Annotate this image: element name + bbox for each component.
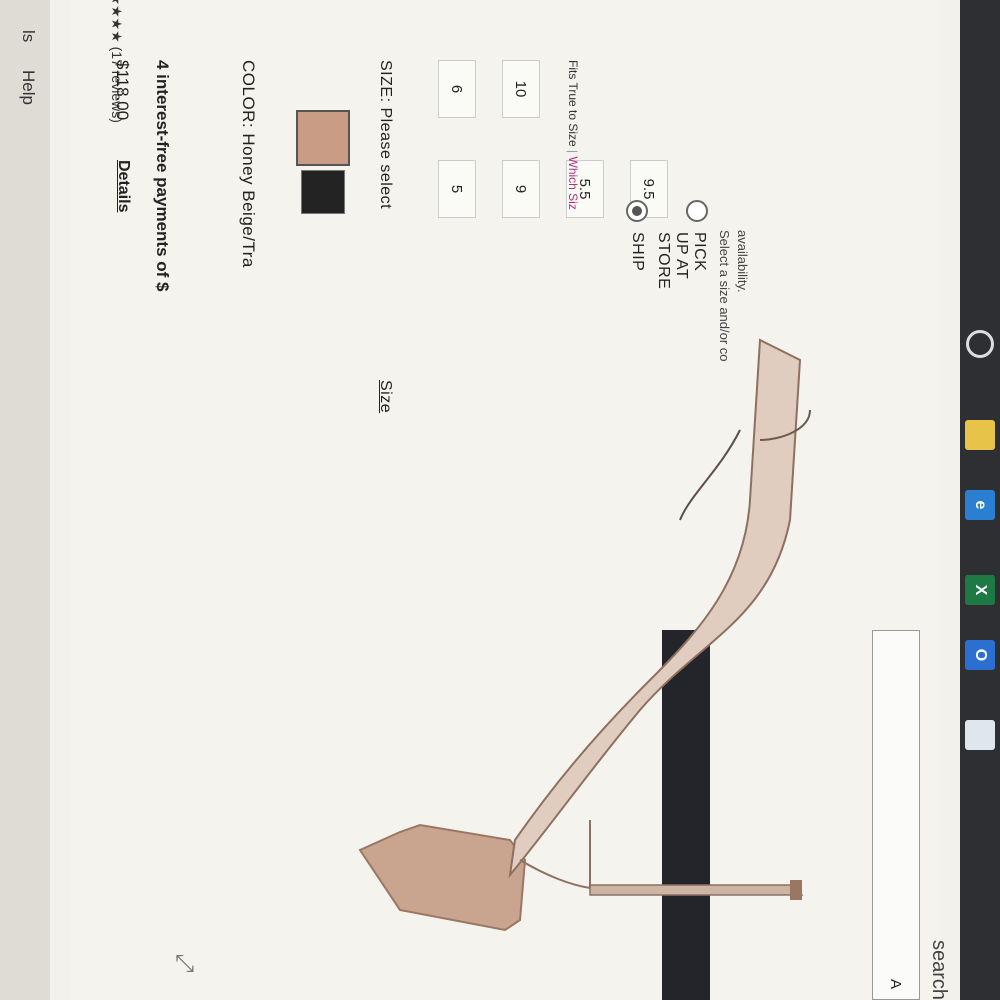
excel-icon[interactable]: X — [965, 575, 995, 605]
menu-item-help[interactable]: Help — [18, 70, 38, 105]
fit-label: Fits True to Size — [566, 60, 580, 147]
swatch-black[interactable] — [301, 170, 345, 214]
ship-label: SHIP — [629, 232, 646, 272]
size-option-5[interactable]: 5 — [438, 160, 476, 218]
size-label: SIZE: Please select — [377, 60, 394, 210]
pickup-label: PICK UP AT STORE — [655, 232, 708, 290]
edge-icon[interactable]: e — [965, 490, 995, 520]
details-link[interactable]: Details — [114, 160, 132, 212]
color-label: COLOR: Honey Beige/Tra — [239, 60, 258, 268]
add-to-favorites-button[interactable]: A — [872, 630, 920, 1000]
cortana-icon[interactable] — [966, 330, 994, 358]
outlook-icon[interactable]: O — [965, 640, 995, 670]
taskbar: e X O — [960, 0, 1000, 1000]
size-option-10[interactable]: 10 — [502, 60, 540, 118]
swatch-honey-beige[interactable] — [296, 110, 350, 166]
pickup-subtext-2: availability. — [735, 230, 750, 293]
add-label: A — [887, 978, 905, 989]
menu-item-tools[interactable]: ls — [18, 30, 38, 42]
file-explorer-icon[interactable] — [965, 420, 995, 450]
photo-stage: ls Help ★★★★★ (17 reviews) $118.00 Detai… — [0, 0, 1000, 1000]
expand-image-icon[interactable]: ⤡ — [175, 950, 194, 978]
taskbar-search-label[interactable]: search — [927, 940, 950, 1000]
which-size-link[interactable]: Which Siz — [566, 157, 580, 210]
product-image — [358, 338, 811, 932]
size-option-6[interactable]: 6 — [438, 60, 476, 118]
size-6-label: 6 — [448, 84, 466, 94]
size-9-label: 9 — [512, 184, 530, 194]
size-9-5-label: 9.5 — [640, 178, 658, 200]
size-10-label: 10 — [512, 80, 530, 98]
fit-info: Fits True to Size | Which Siz — [566, 60, 580, 210]
menu-bar: ls Help — [0, 0, 50, 1000]
pickup-radio[interactable] — [686, 200, 708, 222]
ship-radio[interactable] — [626, 200, 648, 222]
installments-text: 4 interest-free payments of $ — [153, 60, 172, 292]
size-5-label: 5 — [448, 184, 466, 194]
size-option-9[interactable]: 9 — [502, 160, 540, 218]
store-icon[interactable] — [965, 720, 995, 750]
product-price: $118.00 — [113, 60, 132, 121]
